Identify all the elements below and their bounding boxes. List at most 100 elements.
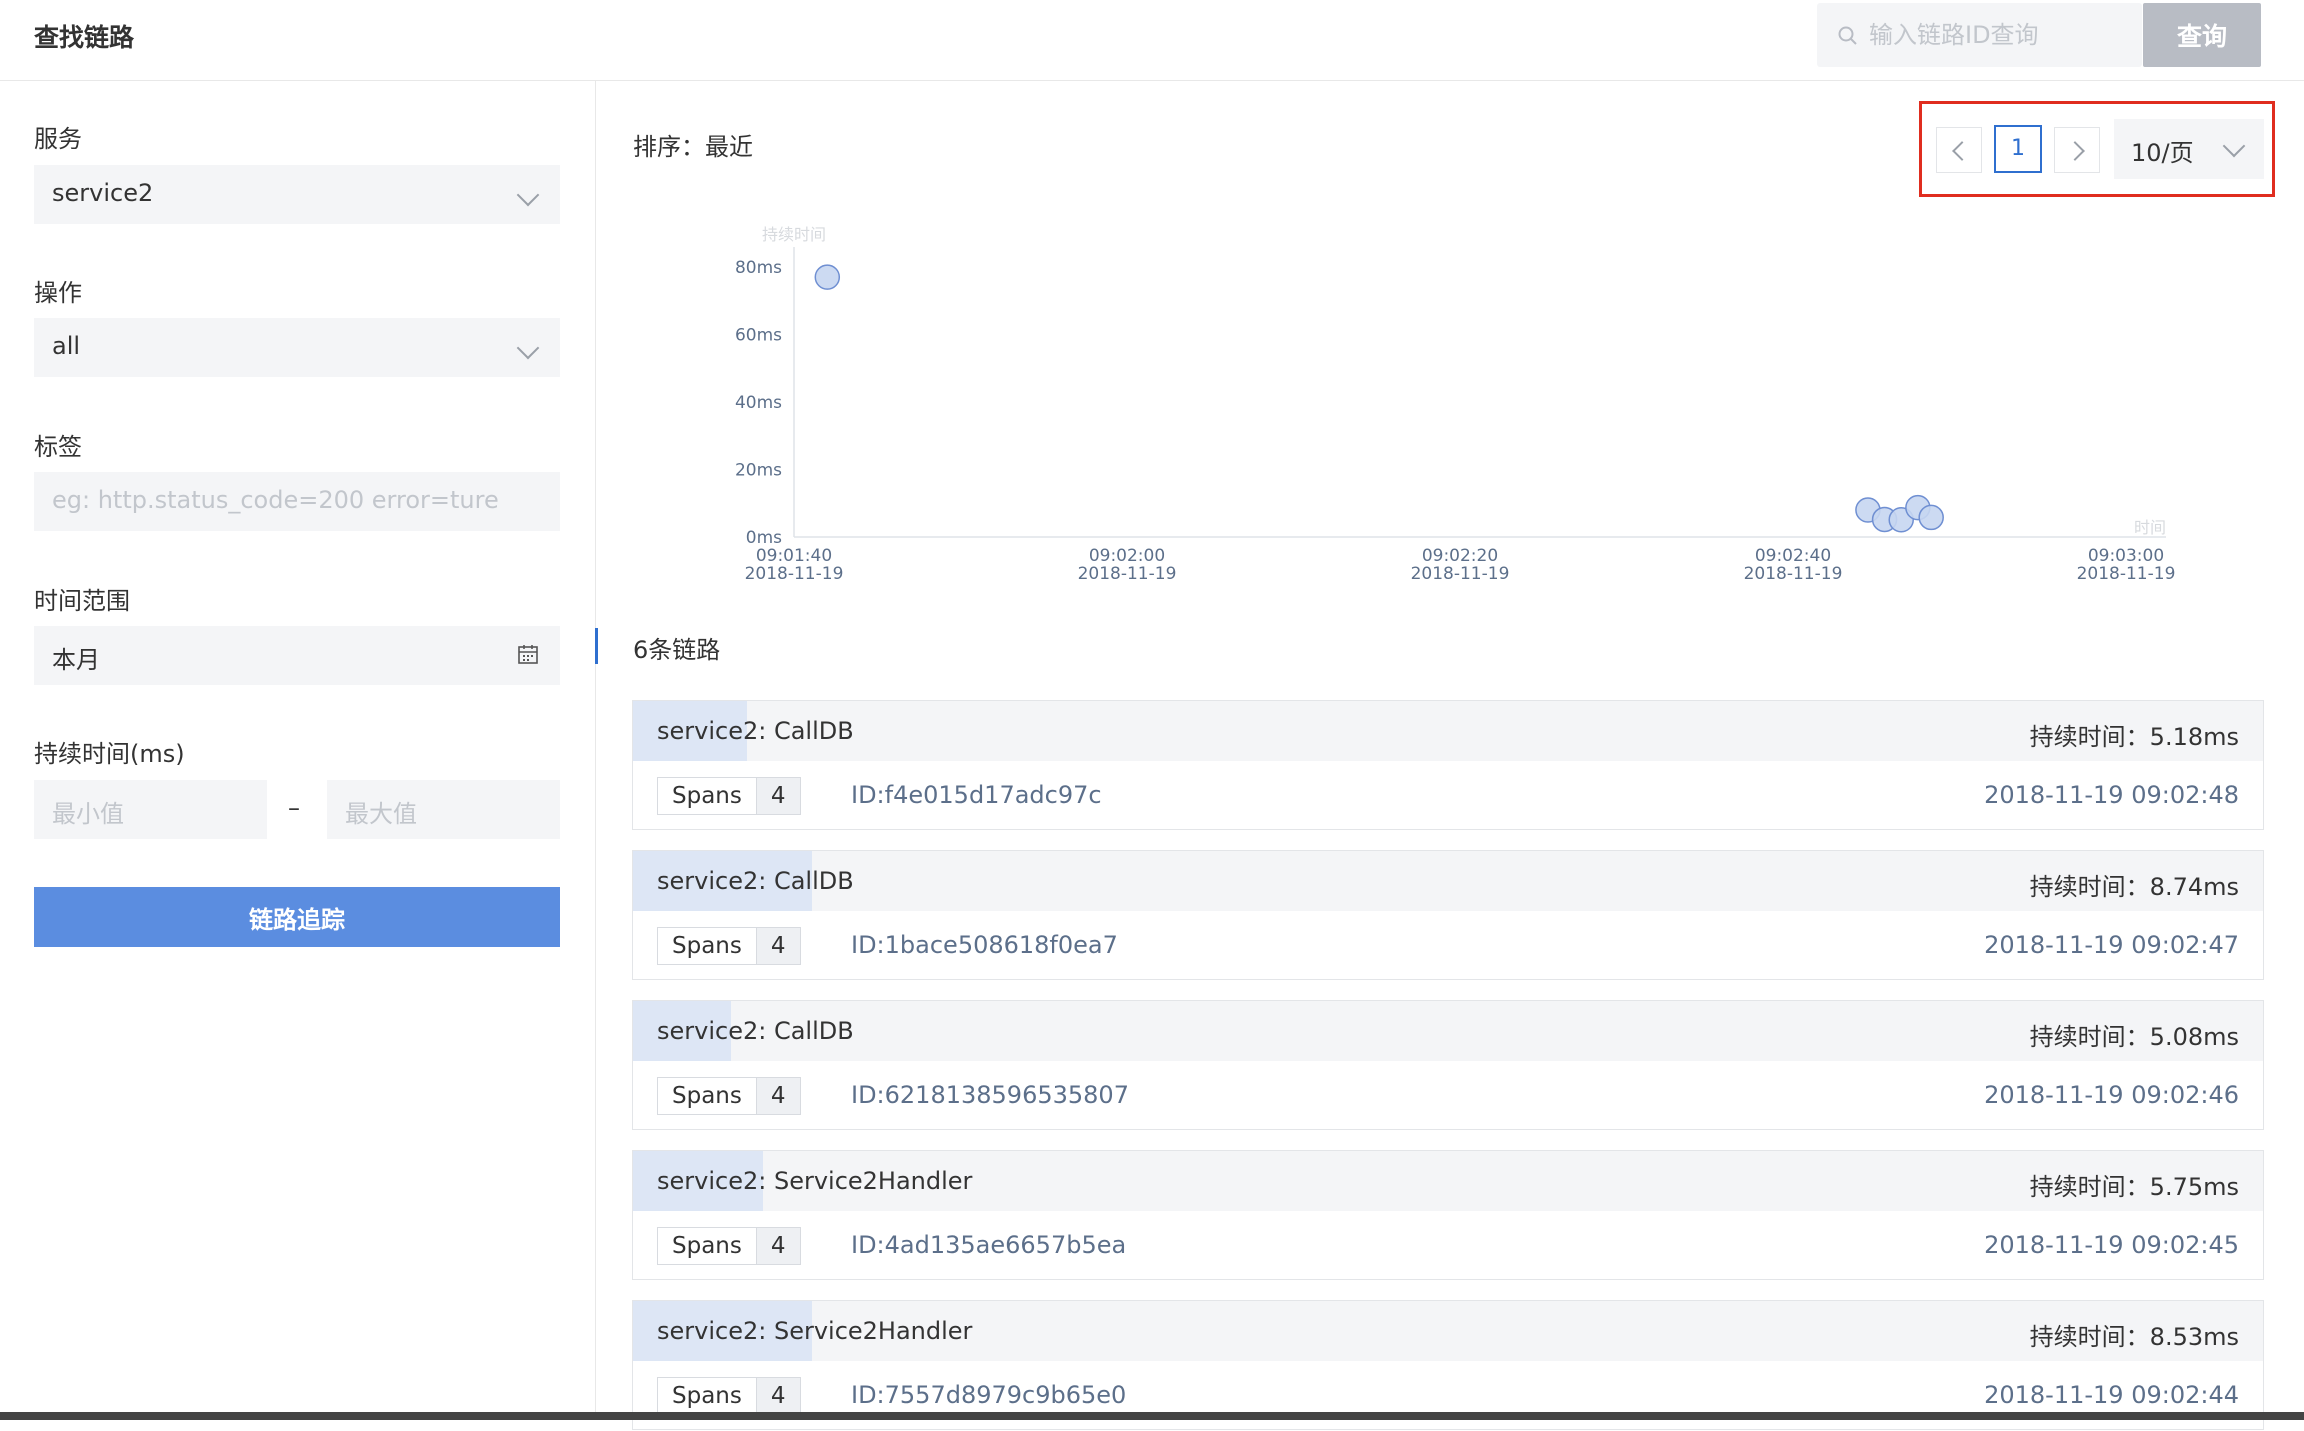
max-placeholder: 最大值: [345, 800, 417, 828]
y-tick-label: 20ms: [735, 461, 782, 481]
duration-scatter-chart: 持续时间时间0ms20ms40ms60ms80ms09:01:402018-11…: [735, 225, 2176, 584]
spans-badge: Spans 4: [657, 1377, 801, 1415]
time-range-value: 本月: [52, 646, 100, 674]
trace-id: ID:7557d8979c9b65e0: [851, 1381, 1127, 1409]
y-tick-label: 80ms: [735, 258, 782, 278]
trace-body: Spans 4 ID:4ad135ae6657b5ea 2018-11-19 09:0…: [633, 1211, 2263, 1281]
spans-label: Spans: [658, 928, 756, 964]
service-value: service2: [52, 179, 154, 207]
trace-name: service2: CallDB: [657, 1017, 854, 1045]
search-icon: [1838, 26, 1857, 45]
trace-search-button[interactable]: 链路追踪: [34, 887, 560, 947]
duration-label: 持续时间(ms): [34, 740, 185, 768]
spans-count: 4: [755, 778, 800, 814]
max-duration-input[interactable]: 最大值: [327, 780, 560, 839]
trace-time: 2018-11-19 09:02:48: [1984, 781, 2239, 809]
x-tick-time: 09:02:40: [1755, 546, 1831, 566]
scatter-point[interactable]: [814, 264, 841, 290]
range-separator: –: [288, 794, 300, 822]
operation-select[interactable]: all: [34, 318, 560, 377]
trace-header[interactable]: service2: CallDB 持续时间：5.08ms: [633, 1001, 2263, 1061]
query-button[interactable]: 查询: [2143, 3, 2261, 67]
time-range-picker[interactable]: 本月: [34, 626, 560, 685]
trace-header[interactable]: service2: CallDB 持续时间：5.18ms: [633, 701, 2263, 761]
min-placeholder: 最小值: [52, 800, 124, 828]
trace-header[interactable]: service2: Service2Handler 持续时间：8.53ms: [633, 1301, 2263, 1361]
operation-label: 操作: [34, 279, 82, 307]
trace-id-search[interactable]: [1817, 3, 2142, 67]
y-axis-title: 持续时间: [762, 225, 826, 244]
filter-sidebar: 服务 service2 操作 all 标签 eg: http.status_co…: [0, 81, 596, 1420]
x-tick-time: 09:02:20: [1422, 546, 1498, 566]
page-size-select[interactable]: 10/页: [2114, 119, 2264, 179]
trace-time: 2018-11-19 09:02:46: [1984, 1081, 2239, 1109]
trace-duration: 持续时间：8.74ms: [2029, 873, 2239, 901]
trace-body: Spans 4 ID:f4e015d17adc97c 2018-11-19 09:02…: [633, 761, 2263, 831]
section-marker: [595, 628, 598, 664]
trace-header[interactable]: service2: Service2Handler 持续时间：5.75ms: [633, 1151, 2263, 1211]
spans-count: 4: [755, 1228, 800, 1264]
page-title: 查找链路: [34, 23, 135, 52]
trace-id: ID:6218138596535807: [851, 1081, 1129, 1109]
next-page-button[interactable]: [2054, 127, 2100, 173]
spans-count: 4: [755, 1078, 800, 1114]
scatter-point[interactable]: [1918, 504, 1944, 531]
sort-label[interactable]: 排序：最近: [633, 127, 753, 162]
trace-card[interactable]: service2: CallDB 持续时间：5.08ms Spans 4 ID:6218…: [632, 1000, 2264, 1130]
trace-time: 2018-11-19 09:02:44: [1984, 1381, 2239, 1409]
trace-time: 2018-11-19 09:02:47: [1984, 931, 2239, 959]
trace-body: Spans 4 ID:1bace508618f0ea7 2018-11-19 09:0…: [633, 911, 2263, 981]
x-tick-time: 09:01:40: [756, 546, 832, 566]
tags-input[interactable]: eg: http.status_code=200 error=ture: [34, 472, 560, 531]
trace-name: service2: Service2Handler: [657, 1167, 973, 1195]
tags-label: 标签: [34, 433, 82, 461]
trace-card[interactable]: service2: Service2Handler 持续时间：8.53ms Span…: [632, 1300, 2264, 1430]
trace-id: ID:4ad135ae6657b5ea: [851, 1231, 1127, 1259]
spans-badge: Spans 4: [657, 927, 801, 965]
trace-id: ID:1bace508618f0ea7: [851, 931, 1118, 959]
page-size-value: 10/页: [2131, 139, 2194, 167]
time-range-label: 时间范围: [34, 587, 130, 615]
trace-time: 2018-11-19 09:02:45: [1984, 1231, 2239, 1259]
x-tick-time: 09:02:00: [1089, 546, 1165, 566]
x-tick-date: 2018-11-19: [745, 564, 844, 584]
spans-badge: Spans 4: [657, 1227, 801, 1265]
spans-badge: Spans 4: [657, 777, 801, 815]
min-duration-input[interactable]: 最小值: [34, 780, 267, 839]
trace-duration: 持续时间：5.18ms: [2029, 723, 2239, 751]
trace-body: Spans 4 ID:7557d8979c9b65e0 2018-11-19 09:0…: [633, 1361, 2263, 1431]
x-tick-date: 2018-11-19: [1744, 564, 1843, 584]
trace-card[interactable]: service2: CallDB 持续时间：5.18ms Spans 4 ID:f4e0…: [632, 700, 2264, 830]
spans-label: Spans: [658, 1078, 756, 1114]
operation-value: all: [52, 332, 81, 360]
service-label: 服务: [34, 125, 82, 153]
x-tick-date: 2018-11-19: [1078, 564, 1177, 584]
y-tick-label: 40ms: [735, 393, 782, 413]
service-select[interactable]: service2: [34, 165, 560, 224]
tags-placeholder: eg: http.status_code=200 error=ture: [52, 486, 499, 514]
spans-count: 4: [755, 928, 800, 964]
trace-header[interactable]: service2: CallDB 持续时间：8.74ms: [633, 851, 2263, 911]
spans-label: Spans: [658, 1228, 756, 1264]
chevron-down-icon: [2222, 134, 2246, 158]
x-tick-time: 09:03:00: [2088, 546, 2164, 566]
y-tick-label: 60ms: [735, 326, 782, 346]
search-input[interactable]: [1869, 3, 2139, 67]
trace-card[interactable]: service2: CallDB 持续时间：8.74ms Spans 4 ID:1bac…: [632, 850, 2264, 980]
prev-page-button[interactable]: [1936, 127, 1982, 173]
trace-duration: 持续时间：5.75ms: [2029, 1173, 2239, 1201]
trace-count: 6条链路: [633, 636, 721, 664]
calendar-icon: [518, 645, 538, 664]
window-edge: [0, 1412, 2304, 1420]
top-header: 查找链路 查询: [0, 0, 2304, 81]
trace-card[interactable]: service2: Service2Handler 持续时间：5.75ms Span…: [632, 1150, 2264, 1280]
x-tick-date: 2018-11-19: [1411, 564, 1510, 584]
chevron-down-icon: [516, 183, 540, 207]
current-page[interactable]: 1: [1994, 125, 2042, 173]
spans-label: Spans: [658, 778, 756, 814]
x-tick-date: 2018-11-19: [2077, 564, 2176, 584]
spans-label: Spans: [658, 1378, 756, 1414]
trace-name: service2: CallDB: [657, 867, 854, 895]
trace-duration: 持续时间：8.53ms: [2029, 1323, 2239, 1351]
spans-badge: Spans 4: [657, 1077, 801, 1115]
